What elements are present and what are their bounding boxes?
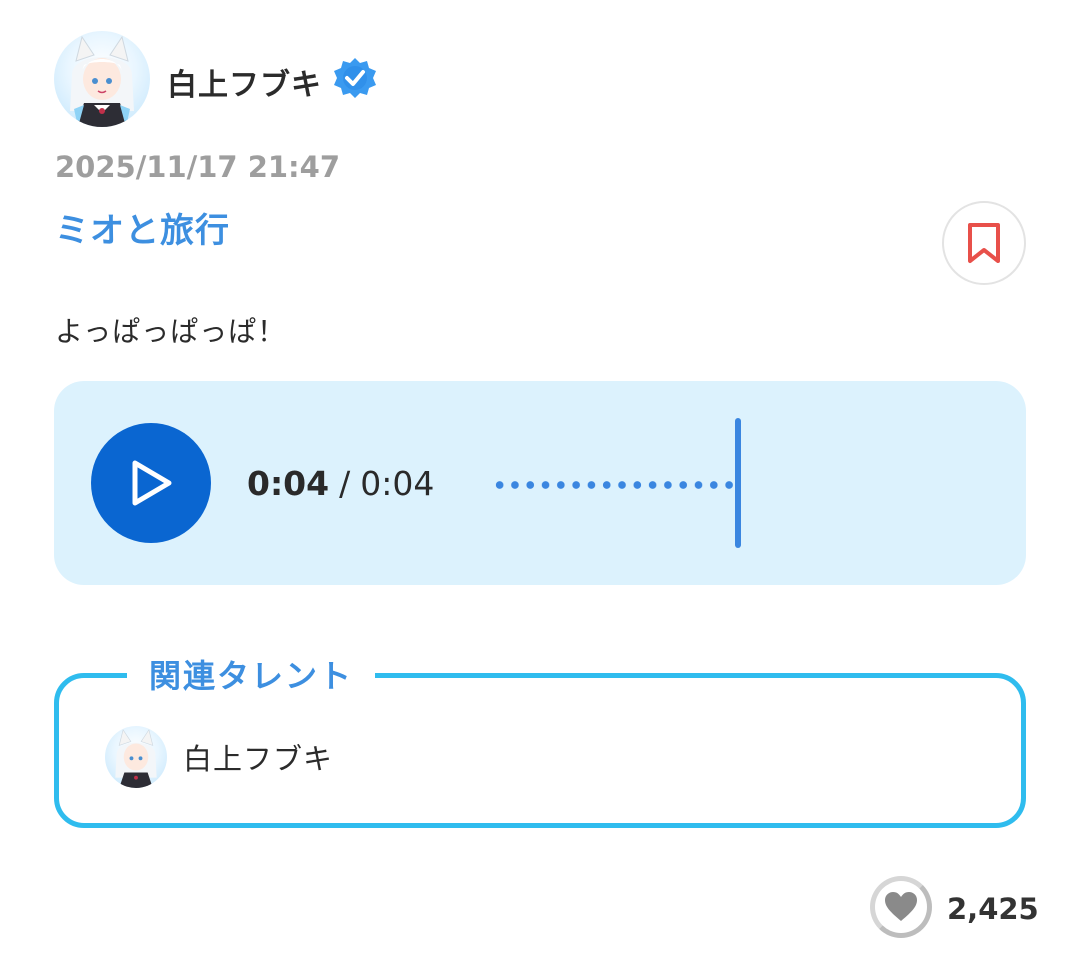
current-time: 0:04 — [247, 464, 330, 503]
author-avatar[interactable] — [54, 31, 150, 127]
post-timestamp: 2025/11/17 21:47 — [55, 150, 341, 184]
heart-icon — [885, 892, 917, 921]
playback-scrubber[interactable] — [735, 418, 741, 548]
talent-avatar — [105, 726, 167, 788]
like-button[interactable] — [870, 876, 932, 938]
duration: 0:04 — [360, 464, 435, 503]
play-icon — [132, 460, 172, 506]
time-separator: / — [339, 464, 351, 503]
related-talent-item[interactable]: 白上フブキ — [105, 726, 333, 788]
play-button[interactable] — [91, 423, 211, 543]
post-title: ミオと旅行 — [55, 211, 230, 251]
related-talent-label: 関連タレント — [127, 656, 376, 696]
bookmark-icon — [968, 223, 1000, 263]
like-count: 2,425 — [947, 892, 1039, 926]
audio-waveform[interactable] — [492, 478, 737, 492]
audio-player: 0:04/0:04 — [54, 381, 1026, 585]
related-talent-section: 関連タレント 白上フブキ — [54, 656, 1026, 828]
avatar-image-icon — [70, 35, 134, 127]
talent-name: 白上フブキ — [183, 742, 334, 776]
bookmark-button[interactable] — [942, 201, 1026, 285]
verified-badge-icon — [334, 58, 376, 98]
audio-time: 0:04/0:04 — [247, 464, 434, 503]
author-name[interactable]: 白上フブキ — [167, 60, 322, 104]
talent-avatar-icon — [115, 729, 157, 788]
post-page: 白上フブキ 2025/11/17 21:47 ミオと旅行 よっぱっぱっぱ！ 0:… — [0, 0, 1080, 975]
post-body: よっぱっぱっぱ！ — [55, 315, 287, 348]
